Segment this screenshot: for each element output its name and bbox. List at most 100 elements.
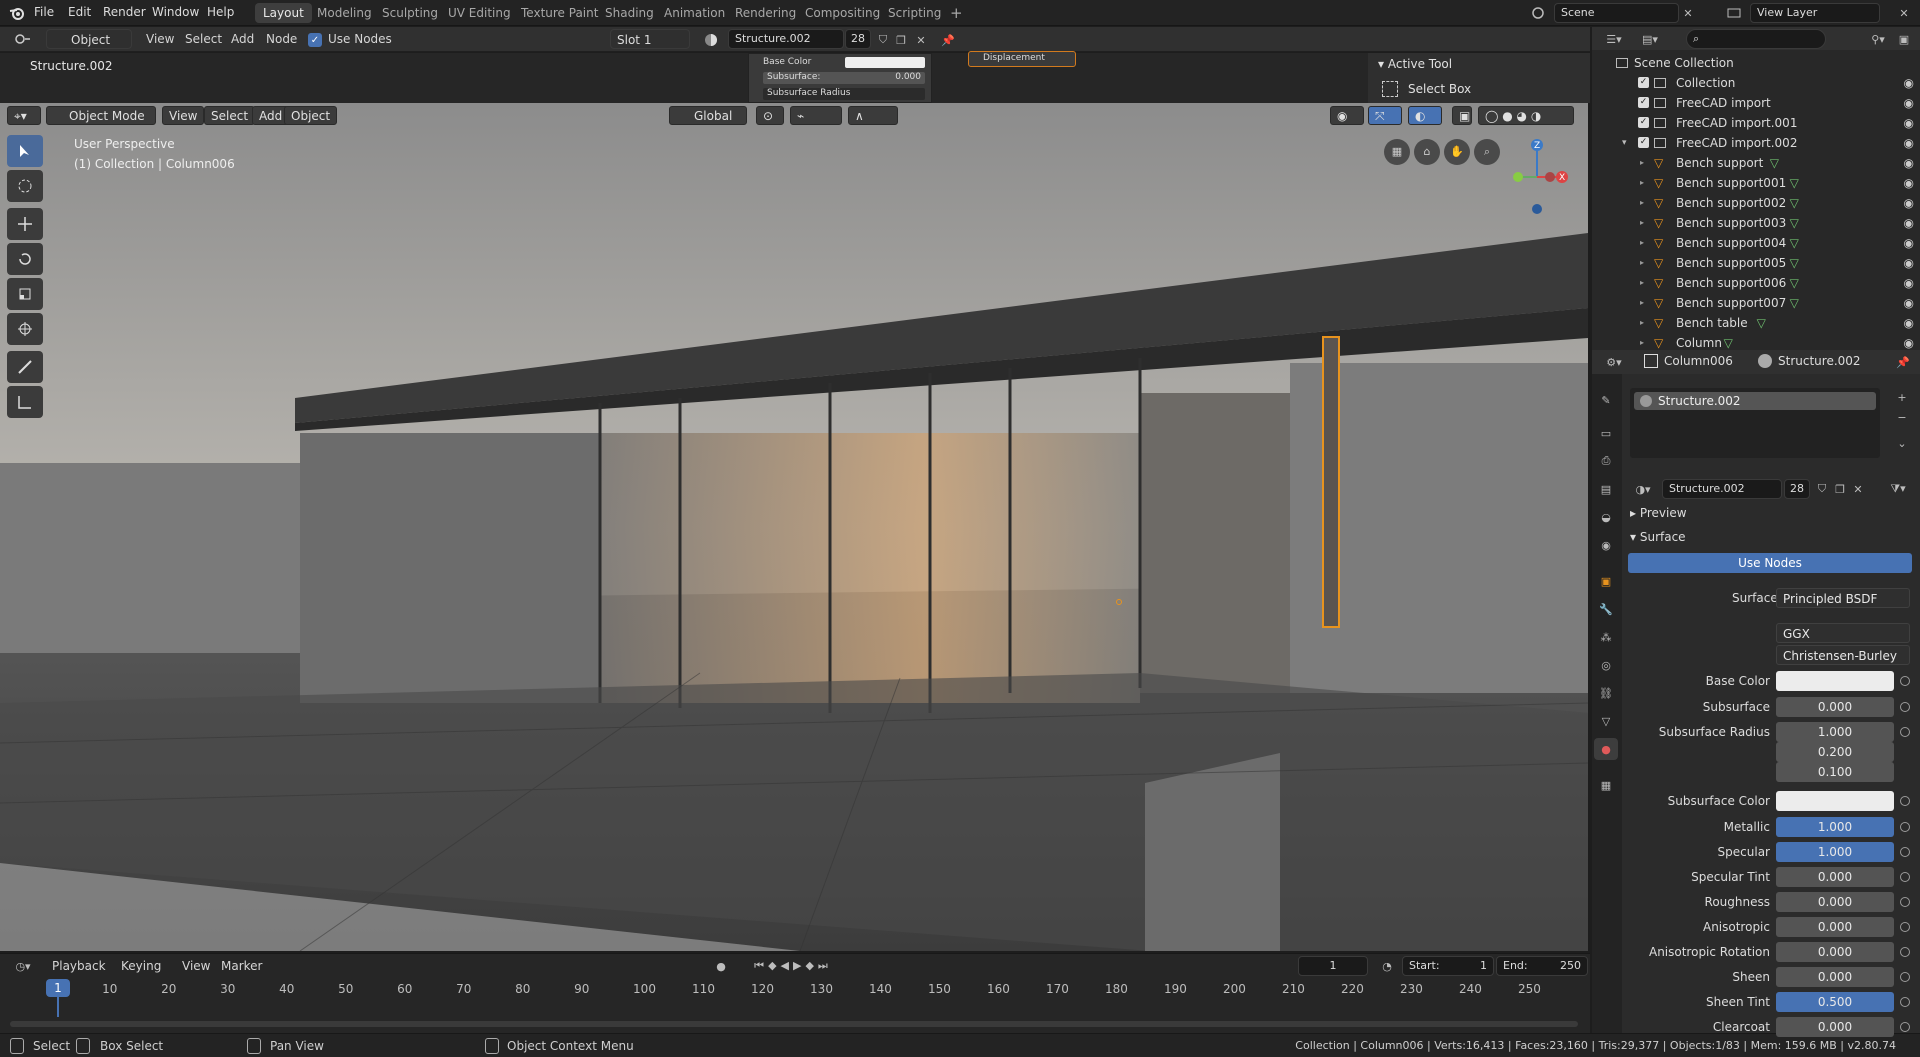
outliner-row[interactable]: ▸ ▽ Bench support001 ▽ ◉ — [1592, 173, 1920, 193]
prop-value-field[interactable]: 0.100 — [1776, 762, 1894, 782]
prop-value-field[interactable]: 0.000 — [1776, 917, 1894, 937]
material-slot-list[interactable]: Structure.002 — [1630, 388, 1880, 458]
rotate-tool-icon[interactable] — [7, 243, 43, 275]
material-browse-icon[interactable]: ◑▾ — [1630, 480, 1656, 498]
object-type-dropdown[interactable]: Object — [46, 29, 132, 49]
expand-arrow-icon[interactable]: ▸ — [1640, 313, 1644, 333]
outliner-row[interactable]: ▸ ▽ Bench support007 ▽ ◉ — [1592, 293, 1920, 313]
data-tab-icon[interactable]: ▽ — [1594, 710, 1618, 732]
scene-selector[interactable]: Scene — [1554, 3, 1679, 23]
slot-dropdown[interactable]: Slot 1 — [610, 29, 690, 49]
viewport-menu-view[interactable]: View — [162, 106, 205, 125]
eye-visibility-icon[interactable]: ◉ — [1904, 173, 1914, 193]
material-tab-icon[interactable]: ● — [1594, 738, 1618, 760]
xray-icon[interactable]: ▣ — [1452, 106, 1472, 125]
outliner-row[interactable]: ✓ FreeCAD import ◉ — [1592, 93, 1920, 113]
eye-visibility-icon[interactable]: ◉ — [1904, 253, 1914, 273]
record-icon[interactable]: ● — [712, 957, 730, 975]
properties-material-users[interactable]: 28 — [1784, 479, 1810, 499]
exclude-checkbox[interactable]: ✓ — [1638, 117, 1649, 128]
eye-visibility-icon[interactable]: ◉ — [1904, 313, 1914, 333]
socket-link-icon[interactable] — [1900, 822, 1910, 832]
slot-specials-icon[interactable]: ⌄ — [1893, 434, 1911, 452]
properties-material-name-field[interactable]: Structure.002 — [1662, 479, 1782, 499]
outliner-row[interactable]: ▸ ▽ Bench table ▽ ◉ — [1592, 313, 1920, 333]
close-icon[interactable]: ✕ — [1896, 4, 1912, 22]
outliner-row[interactable]: ▸ ▽ Bench support002 ▽ ◉ — [1592, 193, 1920, 213]
end-frame-field[interactable]: End: 250 — [1496, 956, 1588, 976]
visibility-icon[interactable]: ◉ — [1330, 106, 1364, 125]
duplicate-icon[interactable]: ❐ — [892, 31, 910, 49]
eye-visibility-icon[interactable]: ◉ — [1904, 133, 1914, 153]
axis-gizmo[interactable]: Z X — [1500, 135, 1580, 215]
add-workspace-icon[interactable]: + — [942, 3, 971, 23]
prop-value-field[interactable]: 0.000 — [1776, 697, 1894, 717]
overlay-toggle-icon[interactable]: ◐ — [1408, 106, 1442, 125]
select-tool-icon[interactable] — [7, 135, 43, 167]
link-icon[interactable]: ⧩▾ — [1884, 480, 1912, 498]
scene-tab-icon[interactable]: ◒ — [1594, 506, 1618, 528]
socket-link-icon[interactable] — [1900, 897, 1910, 907]
object-mode-dropdown[interactable]: Object Mode — [46, 106, 156, 125]
menu-help[interactable]: Help — [207, 5, 234, 19]
viewport-editor-type-icon[interactable]: ⌖▾ — [7, 106, 41, 125]
physics-tab-icon[interactable]: ◎ — [1594, 654, 1618, 676]
view-layer-tab-icon[interactable]: ▤ — [1594, 478, 1618, 500]
outliner-row[interactable]: ▸ ▽ Bench support ▽ ◉ — [1592, 153, 1920, 173]
outliner-row[interactable]: ▸ ▽ Bench support003 ▽ ◉ — [1592, 213, 1920, 233]
node-base-color-swatch[interactable] — [845, 57, 925, 68]
principled-node[interactable]: Base Color Subsurface: 0.000 Subsurface … — [748, 53, 932, 103]
exclude-checkbox[interactable]: ✓ — [1638, 137, 1649, 148]
expand-arrow-icon[interactable]: ▸ — [1640, 273, 1644, 293]
view-layer-selector[interactable]: View Layer — [1750, 3, 1880, 23]
editor-type-icon[interactable] — [10, 30, 36, 48]
outliner-row[interactable]: ▸ ▽ Bench support006 ▽ ◉ — [1592, 273, 1920, 293]
3d-viewport[interactable] — [0, 103, 1588, 951]
pin-icon[interactable]: 📌 — [938, 31, 958, 49]
timeline-scrollbar[interactable] — [10, 1021, 1578, 1027]
exclude-checkbox[interactable]: ✓ — [1638, 97, 1649, 108]
unlink-close-icon[interactable]: ✕ — [912, 31, 930, 49]
surface-panel-header[interactable]: ▾ Surface — [1630, 530, 1686, 544]
tab-uv-editing[interactable]: UV Editing — [440, 3, 519, 23]
current-frame-field[interactable]: 1 — [1298, 956, 1368, 976]
shading-modes[interactable]: ◯ ● ◕ ◑ — [1478, 106, 1574, 125]
grid-view-icon[interactable]: ▦ — [1384, 139, 1410, 165]
playback-controls[interactable]: ⏮◆◀▶◆⏭ — [738, 957, 848, 975]
prop-value-field[interactable]: 0.000 — [1776, 967, 1894, 987]
transform-orientation-dropdown[interactable]: Global — [669, 106, 747, 125]
measure-tool-icon[interactable] — [7, 386, 43, 418]
snap-icon[interactable]: ⌁ — [790, 106, 842, 125]
socket-link-icon[interactable] — [1900, 847, 1910, 857]
socket-link-icon[interactable] — [1900, 702, 1910, 712]
prop-value-field[interactable]: 0.000 — [1776, 1017, 1894, 1037]
material-name-field[interactable]: Structure.002 — [728, 29, 844, 49]
outliner-scene-collection[interactable]: Scene Collection — [1592, 53, 1920, 73]
outliner-row[interactable]: ✓ Collection ◉ — [1592, 73, 1920, 93]
pivot-point-icon[interactable]: ⊙ — [756, 106, 784, 125]
particles-tab-icon[interactable]: ⁂ — [1594, 626, 1618, 648]
timeline-menu-playback[interactable]: Playback — [52, 956, 106, 976]
texture-tab-icon[interactable]: ▦ — [1594, 774, 1618, 796]
render-tab-icon[interactable]: ▭ — [1594, 422, 1618, 444]
unlink-close-icon[interactable]: ✕ — [1850, 480, 1866, 498]
start-frame-field[interactable]: Start: 1 — [1402, 956, 1494, 976]
cursor-tool-icon[interactable] — [7, 170, 43, 202]
select-box-label[interactable]: Select Box — [1408, 82, 1471, 96]
socket-link-icon[interactable] — [1900, 947, 1910, 957]
use-nodes-checkbox[interactable]: ✓ — [308, 33, 322, 47]
close-icon[interactable]: ✕ — [1680, 4, 1696, 22]
hand-pan-icon[interactable]: ✋ — [1444, 139, 1470, 165]
menu-add[interactable]: Add — [231, 29, 254, 49]
viewport-menu-select[interactable]: Select — [204, 106, 256, 125]
tab-shading[interactable]: Shading — [597, 3, 662, 23]
socket-link-icon[interactable] — [1900, 872, 1910, 882]
menu-render[interactable]: Render — [103, 5, 146, 19]
fake-user-shield-icon[interactable]: ⛉ — [874, 31, 892, 49]
surface-shader-dropdown[interactable]: Principled BSDF — [1776, 588, 1910, 608]
viewport-menu-object[interactable]: Object — [284, 106, 338, 125]
object-tab-icon[interactable]: ▣ — [1594, 570, 1618, 592]
eye-visibility-icon[interactable]: ◉ — [1904, 233, 1914, 253]
outliner-row[interactable]: ✓ FreeCAD import.001 ◉ — [1592, 113, 1920, 133]
menu-edit[interactable]: Edit — [68, 5, 91, 19]
